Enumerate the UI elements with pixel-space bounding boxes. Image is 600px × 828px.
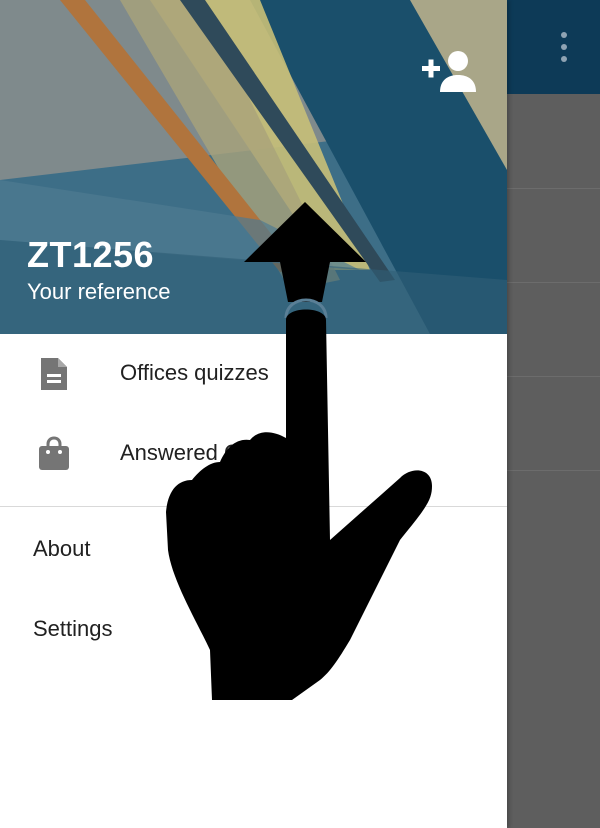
overflow-dot <box>561 56 567 62</box>
overflow-dot <box>561 32 567 38</box>
list-divider <box>507 470 600 471</box>
menu-item-label: Answered Quizzes <box>120 440 304 465</box>
menu-item-offices-quizzes[interactable]: Offices quizzes <box>0 334 507 414</box>
shopping-bag-icon <box>39 436 69 470</box>
menu-item-about[interactable]: About <box>0 508 507 588</box>
menu-item-label: Settings <box>33 616 113 641</box>
account-name: ZT1256 <box>27 234 155 275</box>
menu-item-answered-quizzes[interactable]: Answered Quizzes <box>0 414 507 494</box>
menu-item-label: Offices quizzes <box>120 360 269 385</box>
overflow-menu-icon[interactable] <box>548 28 580 66</box>
document-icon <box>41 358 67 390</box>
menu-item-label: About <box>33 536 91 561</box>
drawer-header: ZT1256 Your reference <box>0 0 507 334</box>
navigation-drawer: ZT1256 Your reference Offices quizzes An… <box>0 0 507 828</box>
account-subtitle: Your reference <box>27 279 171 304</box>
add-account-icon[interactable] <box>418 48 480 94</box>
menu-divider <box>0 506 507 507</box>
menu-item-settings[interactable]: Settings <box>0 588 507 668</box>
list-divider <box>507 282 600 283</box>
list-divider <box>507 188 600 189</box>
list-divider <box>507 376 600 377</box>
overflow-dot <box>561 44 567 50</box>
